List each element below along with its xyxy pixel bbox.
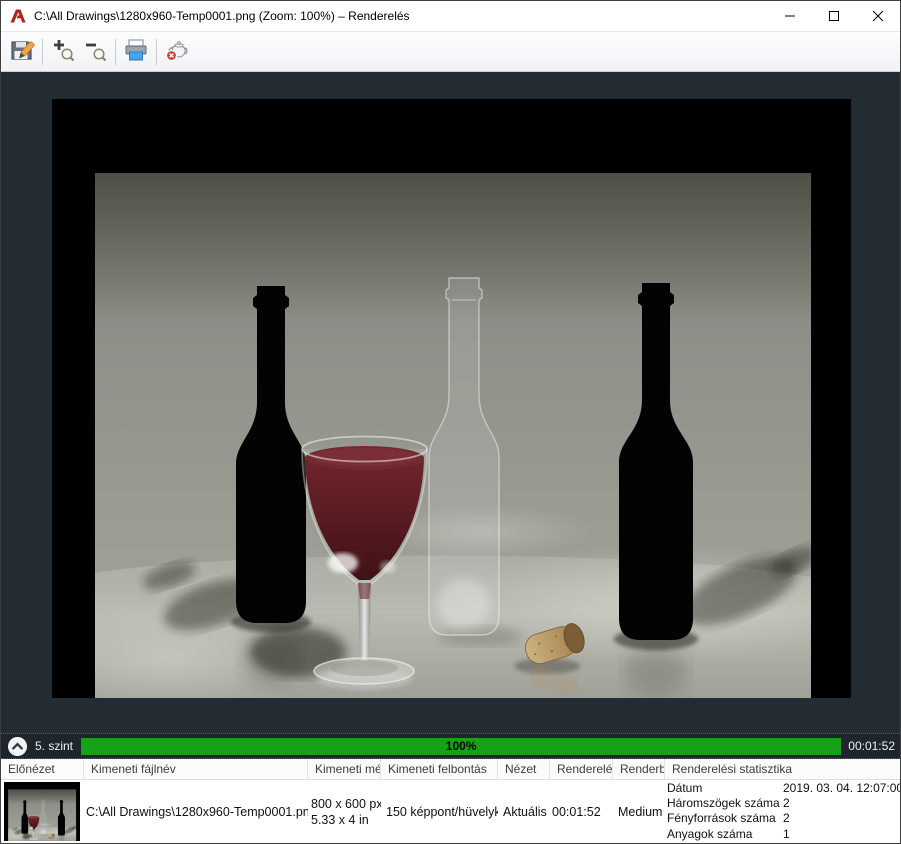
- zoom-in-button[interactable]: [47, 36, 79, 68]
- cancel-render-button[interactable]: [161, 36, 193, 68]
- render-window: C:\All Drawings\1280x960-Temp0001.png (Z…: [0, 0, 901, 844]
- stat-value: 1: [783, 826, 790, 841]
- minimize-icon: [785, 15, 795, 17]
- autocad-logo-icon: [9, 7, 27, 25]
- column-header-render-preset[interactable]: Renderb: [613, 759, 665, 779]
- progress-row: 5. szint 100% 00:01:52: [1, 733, 900, 759]
- stat-value: 2: [783, 796, 790, 811]
- zoom-in-icon: [50, 37, 76, 66]
- stat-value: 2: [783, 811, 790, 826]
- output-size-cell: 800 x 600 px 5.33 x 4 in: [308, 780, 381, 843]
- column-header-resolution[interactable]: Kimeneti felbontás: [381, 759, 498, 779]
- titlebar[interactable]: C:\All Drawings\1280x960-Temp0001.png (Z…: [1, 1, 900, 32]
- stat-row-date: Dátum 2019. 03. 04. 12:07:00: [667, 781, 900, 796]
- preview-thumbnail: [4, 782, 80, 841]
- stat-row-triangles: Háromszögek száma 2: [667, 796, 900, 811]
- results-table-header: Előnézet Kimeneti fájlnév Kimeneti mé Ki…: [1, 759, 900, 780]
- output-size-px: 800 x 600 px: [311, 796, 381, 811]
- rendered-image: [52, 99, 851, 698]
- minimize-button[interactable]: [768, 1, 812, 31]
- toolbar-separator: [115, 38, 116, 65]
- zoom-out-button[interactable]: [79, 36, 111, 68]
- save-icon: [9, 37, 35, 66]
- stat-row-lights: Fényforrások száma 2: [667, 811, 900, 826]
- toolbar-separator: [42, 38, 43, 65]
- toolbar-separator: [156, 38, 157, 65]
- column-header-filename[interactable]: Kimeneti fájlnév: [84, 759, 308, 779]
- window-title: C:\All Drawings\1280x960-Temp0001.png (Z…: [34, 9, 410, 23]
- column-header-output-size[interactable]: Kimeneti mé: [308, 759, 381, 779]
- maximize-icon: [829, 11, 839, 21]
- column-header-preview[interactable]: Előnézet: [1, 759, 84, 779]
- stat-value: 2019. 03. 04. 12:07:00: [783, 781, 900, 795]
- print-icon: [123, 37, 149, 66]
- resolution-cell: 150 képpont/hüvelyk: [386, 804, 498, 819]
- toolbar: [1, 32, 900, 72]
- stat-label: Anyagok száma: [667, 826, 753, 841]
- output-size-in: 5.33 x 4 in: [311, 812, 369, 827]
- save-button[interactable]: [6, 36, 38, 68]
- print-button[interactable]: [120, 36, 152, 68]
- stat-label: Dátum: [667, 781, 703, 795]
- render-canvas: [1, 72, 900, 733]
- collapse-progress-button[interactable]: [7, 736, 28, 757]
- preview-cell: [1, 780, 84, 843]
- table-row[interactable]: C:\All Drawings\1280x960-Temp0001.png 80…: [1, 780, 900, 843]
- render-stats-cell: Dátum 2019. 03. 04. 12:07:00 Háromszögek…: [665, 780, 900, 843]
- stat-label: Fényforrások száma: [667, 811, 776, 826]
- chevron-up-icon: [7, 736, 28, 756]
- render-level-label: 5. szint: [35, 739, 74, 753]
- render-time-cell: 00:01:52: [552, 804, 601, 819]
- close-button[interactable]: [856, 1, 900, 31]
- progress-bar: 100%: [81, 737, 842, 755]
- maximize-button[interactable]: [812, 1, 856, 31]
- stat-label: Háromszögek száma: [667, 796, 780, 811]
- progress-percent: 100%: [445, 739, 477, 753]
- view-cell: Aktuális: [503, 804, 547, 819]
- zoom-out-icon: [82, 37, 108, 66]
- stat-row-materials: Anyagok száma 1: [667, 827, 900, 842]
- column-header-view[interactable]: Nézet: [498, 759, 550, 779]
- column-header-render-stats[interactable]: Renderelési statisztika: [665, 759, 900, 779]
- cancel-render-teapot-icon: [164, 37, 190, 66]
- window-controls: [768, 1, 900, 31]
- column-header-render-time[interactable]: Renderelés: [550, 759, 613, 779]
- elapsed-time: 00:01:52: [848, 739, 895, 753]
- close-icon: [872, 10, 884, 22]
- progress-bar-fill: 100%: [81, 737, 842, 755]
- render-preset-cell: Medium: [618, 804, 663, 819]
- filename-cell: C:\All Drawings\1280x960-Temp0001.png: [86, 804, 308, 819]
